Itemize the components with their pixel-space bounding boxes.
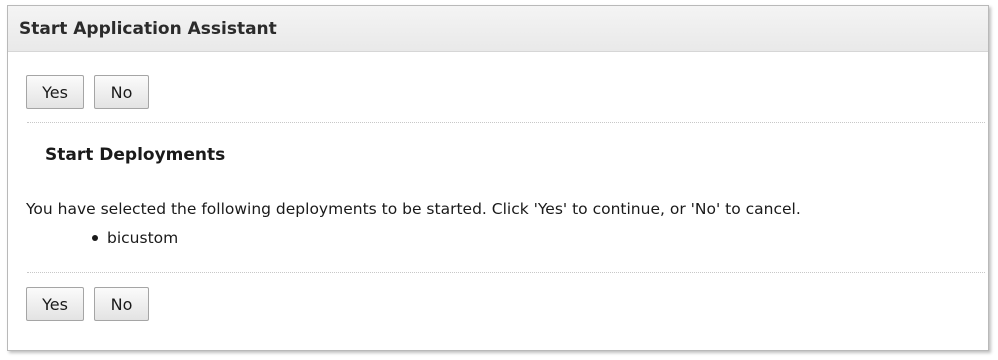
bullet-icon	[92, 235, 98, 241]
no-button-top[interactable]: No	[94, 75, 149, 109]
confirmation-message: You have selected the following deployme…	[26, 200, 801, 218]
no-button-bottom[interactable]: No	[94, 287, 149, 321]
divider-bottom	[27, 272, 985, 273]
deployment-name: bicustom	[107, 229, 179, 247]
yes-button-top[interactable]: Yes	[26, 75, 84, 109]
section-title: Start Deployments	[45, 145, 226, 165]
panel-title: Start Application Assistant	[19, 18, 277, 39]
divider-top	[27, 122, 985, 123]
panel-header: Start Application Assistant	[8, 6, 988, 52]
start-application-assistant-panel: Start Application Assistant	[7, 5, 989, 351]
deployment-list: bicustom	[92, 229, 178, 247]
bottom-button-row: Yes No	[26, 287, 149, 321]
yes-button-bottom[interactable]: Yes	[26, 287, 84, 321]
top-button-row: Yes No	[26, 75, 149, 109]
list-item: bicustom	[92, 229, 178, 247]
